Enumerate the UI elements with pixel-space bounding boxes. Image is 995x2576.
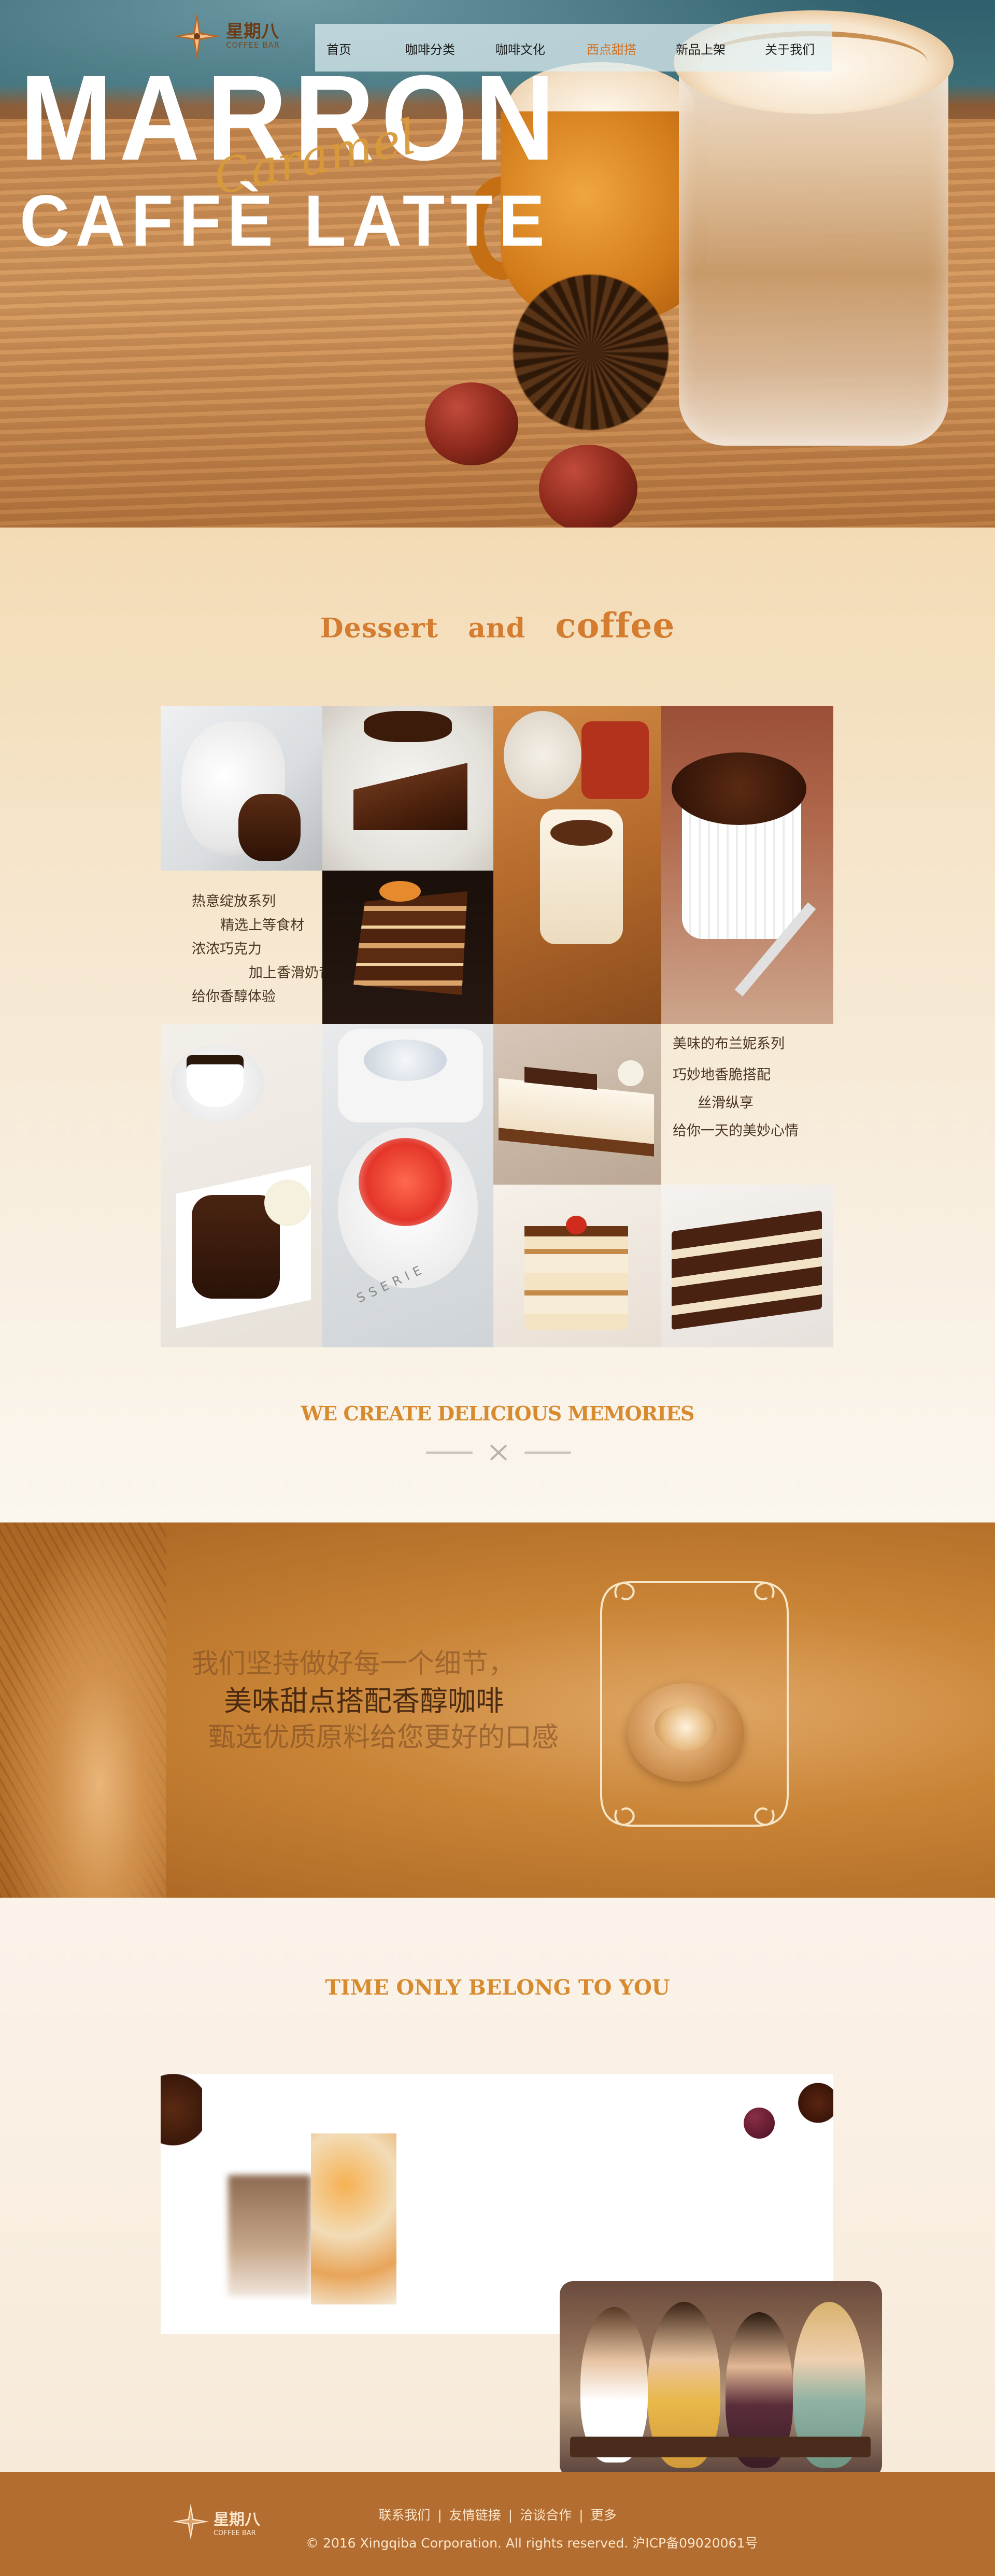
- description-line: 丝滑纵享: [698, 1095, 754, 1111]
- nav-item-new-products[interactable]: 新品上架: [676, 39, 726, 58]
- description-line: 精选上等食材: [220, 917, 304, 933]
- title-word-and: and: [468, 613, 526, 644]
- gallery-photo-layer-cake[interactable]: [322, 871, 493, 1024]
- site-footer: 星期八 COFFEE BAR 联系我们 | 友情链接 | 洽谈合作 | 更多 © 2016 …: [0, 2472, 995, 2576]
- nav-item-about-us[interactable]: 关于我们: [765, 39, 815, 58]
- footer-link-contact[interactable]: 联系我们: [378, 2508, 430, 2523]
- description-line: 给你香醇体验: [192, 989, 276, 1005]
- carousel-photo-chestnuts[interactable]: [783, 2074, 833, 2146]
- time-section-title: TIME ONLY BELONG TO YOU: [325, 1975, 670, 2000]
- cutlery-divider-icon: [426, 1444, 571, 1461]
- wheat-and-bread-image: [0, 1522, 166, 1898]
- quote-line-1: 我们坚持做好每一个细节，: [192, 1648, 516, 1680]
- quote-line-2: 美味甜点搭配香醇咖啡: [224, 1685, 504, 1717]
- carousel-photo-friends-cafe[interactable]: [560, 2281, 882, 2478]
- dessert-description-1: 热意绽放系列 精选上等食材 浓浓巧克力 加上香滑奶昔 给你香醇体验: [192, 890, 333, 1009]
- dessert-description-2: 美味的布兰妮系列 巧妙地香脆搭配 丝滑纵享 给你一天的美妙心情: [673, 1032, 799, 1143]
- title-word-dessert: Dessert: [320, 613, 438, 644]
- carousel-photo-breakfast-table[interactable]: [311, 2133, 396, 2304]
- chestnut: [425, 382, 518, 465]
- gallery-photo-coffee-and-chocolate-cake[interactable]: [161, 1024, 322, 1347]
- footer-link-friends[interactable]: 友情链接: [449, 2508, 501, 2523]
- gallery-photo-chocolate-mousse-cup[interactable]: [661, 706, 833, 1024]
- footer-separator: |: [579, 2508, 584, 2523]
- carousel-photo-chestnut-small[interactable]: [744, 2108, 775, 2139]
- description-line: 给你一天的美妙心情: [673, 1123, 799, 1139]
- footer-link-cooperation[interactable]: 洽谈合作: [520, 2508, 572, 2523]
- latte-art-icon: [655, 1704, 717, 1750]
- chestnut: [539, 445, 637, 528]
- memories-tagline: WE CREATE DELICIOUS MEMORIES: [301, 1402, 695, 1425]
- footer-link-more[interactable]: 更多: [591, 2508, 617, 2523]
- dessert-gallery: 热意绽放系列 精选上等食材 浓浓巧克力 加上香滑奶昔 给你香醇体验 SSERIE: [161, 706, 833, 1347]
- dessert-section: Dessert and coffee 热意绽放系列 精选上等食材 浓浓巧克力 加…: [0, 528, 995, 1522]
- footer-separator: |: [508, 2508, 513, 2523]
- footer-separator: |: [437, 2508, 442, 2523]
- quote-band: 我们坚持做好每一个细节， 美味甜点搭配香醇咖啡 甄选优质原料给您更好的口感: [0, 1522, 995, 1898]
- brand-name-cn: 星期八: [226, 21, 279, 42]
- time-section: TIME ONLY BELONG TO YOU: [0, 1898, 995, 2478]
- description-line: 热意绽放系列: [192, 893, 276, 909]
- latte-art-cup: [627, 1683, 744, 1782]
- gallery-photo-chocolate-cake-slice[interactable]: [322, 706, 493, 871]
- latte-glass: [679, 62, 948, 446]
- cafe-table: [570, 2437, 871, 2457]
- nav-item-desserts[interactable]: 西点甜搭: [587, 39, 636, 58]
- description-line: 美味的布兰妮系列: [673, 1036, 785, 1052]
- gallery-photo-cheesecake[interactable]: [493, 1024, 661, 1185]
- brand-name-en: COFFEE BAR: [226, 40, 280, 50]
- description-line: 浓浓巧克力: [192, 941, 262, 957]
- chestnut-burr: [513, 275, 669, 430]
- description-line: 巧妙地香脆搭配: [673, 1067, 771, 1083]
- title-word-coffee: coffee: [555, 605, 675, 646]
- hero-title-line2: CAFFÈ LATTE: [20, 180, 551, 261]
- gallery-photo-strawberry-parfait[interactable]: SSERIE: [322, 1024, 493, 1347]
- footer-links: 联系我们 | 友情链接 | 洽谈合作 | 更多: [0, 2505, 995, 2524]
- hero-banner: 星期八 COFFEE BAR 首页 咖啡分类 咖啡文化 西点甜搭 新品上架 关于…: [0, 0, 995, 528]
- dessert-section-title: Dessert and coffee: [0, 605, 995, 646]
- quote-line-3: 甄选优质原料给您更好的口感: [208, 1722, 559, 1753]
- footer-brand-name-en: COFFEE BAR: [214, 2529, 256, 2537]
- carousel-photo-coffee-beans[interactable]: [161, 2074, 202, 2193]
- gallery-photo-tiramisu[interactable]: [493, 1185, 661, 1347]
- carousel-photo-coffee-pour[interactable]: [228, 2175, 311, 2297]
- gallery-photo-pudding-tray[interactable]: [493, 706, 661, 1024]
- description-line: 加上香滑奶昔: [249, 965, 333, 981]
- gallery-photo-brownie-layers[interactable]: [661, 1185, 833, 1347]
- copyright-text: © 2016 Xingqiba Corporation. All rights …: [306, 2536, 758, 2551]
- gallery-photo-milk-pitcher[interactable]: [161, 706, 322, 871]
- photo-carousel[interactable]: [161, 2074, 882, 2478]
